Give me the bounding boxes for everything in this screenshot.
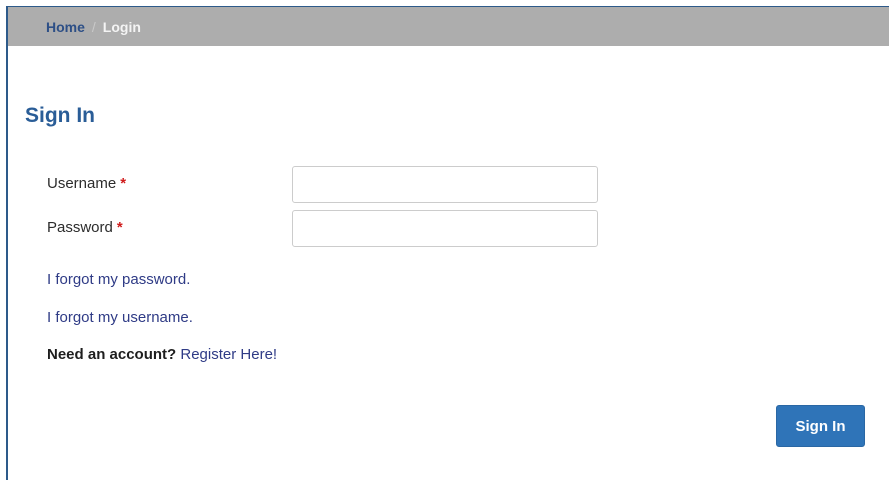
- password-input[interactable]: [292, 210, 598, 247]
- password-label: Password *: [47, 219, 123, 236]
- breadcrumb-home-link[interactable]: Home: [46, 19, 85, 35]
- register-link[interactable]: Register Here!: [180, 346, 277, 363]
- password-label-text: Password: [47, 219, 113, 236]
- username-label-text: Username: [47, 175, 117, 192]
- forgot-password-link[interactable]: I forgot my password.: [47, 271, 190, 288]
- username-label: Username *: [47, 175, 126, 192]
- register-prompt: Need an account? Register Here!: [47, 346, 277, 363]
- forgot-username-link[interactable]: I forgot my username.: [47, 309, 193, 326]
- username-input[interactable]: [292, 166, 598, 203]
- breadcrumb: Home / Login: [8, 7, 889, 46]
- sign-in-button[interactable]: Sign In: [776, 405, 865, 447]
- login-panel: Home / Login Sign In Username * Password *…: [6, 6, 889, 480]
- password-required-marker: *: [116, 219, 123, 236]
- username-required-marker: *: [120, 175, 127, 192]
- need-account-text: Need an account?: [47, 346, 177, 363]
- breadcrumb-separator: /: [91, 18, 96, 35]
- page-title: Sign In: [25, 104, 95, 127]
- breadcrumb-current: Login: [102, 18, 141, 35]
